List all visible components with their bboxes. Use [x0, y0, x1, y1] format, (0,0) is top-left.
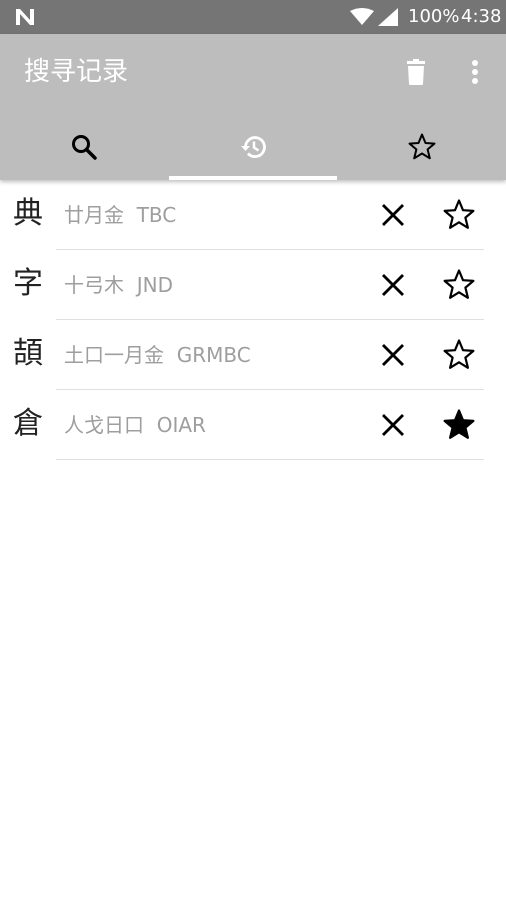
list-item[interactable]: 頡土口一月金 GRMBC — [0, 320, 506, 390]
clear-history-button[interactable] — [400, 56, 432, 88]
favorite-button[interactable] — [442, 198, 476, 232]
star-outline-icon — [443, 199, 475, 229]
favorite-button[interactable] — [442, 408, 476, 442]
list-item[interactable]: 典廿月金 TBC — [0, 180, 506, 250]
battery-level: 100% — [408, 6, 460, 27]
status-bar: 100% 4:38 — [0, 0, 506, 34]
remove-button[interactable] — [378, 410, 408, 440]
code-separator — [124, 273, 137, 297]
history-icon — [241, 136, 266, 158]
history-character: 字 — [13, 266, 43, 301]
history-components: 人戈日口 — [64, 413, 144, 437]
remove-button[interactable] — [378, 340, 408, 370]
history-code: 廿月金 TBC — [64, 202, 176, 228]
history-components: 土口一月金 — [64, 343, 164, 367]
history-character: 典 — [13, 196, 43, 231]
history-code: 土口一月金 GRMBC — [64, 342, 251, 368]
history-code: 人戈日口 OIAR — [64, 412, 206, 438]
star-filled-icon — [443, 409, 475, 439]
history-letter-code: OIAR — [156, 413, 206, 437]
wifi-icon — [350, 8, 374, 25]
tab-bar — [0, 114, 506, 180]
code-separator — [124, 203, 137, 227]
n-logo-icon — [16, 9, 34, 25]
tab-history[interactable] — [168, 114, 338, 180]
favorite-button[interactable] — [442, 268, 476, 302]
tab-search[interactable] — [0, 114, 169, 180]
app-bar: 搜寻记录 — [0, 34, 506, 180]
close-icon — [382, 414, 404, 436]
history-list: 典廿月金 TBC 字十弓木 JND 頡土口一月金 GRMBC 倉人戈日口 OIAR — [0, 180, 506, 460]
history-character: 倉 — [13, 406, 43, 441]
close-icon — [382, 344, 404, 366]
history-letter-code: JND — [136, 273, 173, 297]
star-outline-icon — [408, 133, 436, 160]
code-separator — [164, 343, 177, 367]
star-outline-icon — [443, 339, 475, 369]
history-components: 十弓木 — [64, 273, 124, 297]
history-components: 廿月金 — [64, 203, 124, 227]
trash-icon — [407, 59, 425, 85]
code-separator — [144, 413, 157, 437]
status-time: 4:38 — [461, 6, 502, 27]
signal-icon — [378, 8, 398, 26]
close-icon — [382, 274, 404, 296]
history-letter-code: TBC — [136, 203, 177, 227]
star-outline-icon — [443, 269, 475, 299]
more-options-button[interactable] — [460, 56, 490, 88]
favorite-button[interactable] — [442, 338, 476, 372]
close-icon — [382, 204, 404, 226]
remove-button[interactable] — [378, 200, 408, 230]
page-title: 搜寻记录 — [24, 57, 129, 87]
history-code: 十弓木 JND — [64, 272, 173, 298]
list-item[interactable]: 字十弓木 JND — [0, 250, 506, 320]
list-item[interactable]: 倉人戈日口 OIAR — [0, 390, 506, 460]
search-icon — [72, 135, 98, 160]
row-divider — [56, 459, 484, 460]
history-letter-code: GRMBC — [176, 343, 251, 367]
remove-button[interactable] — [378, 270, 408, 300]
more-vert-icon — [472, 60, 478, 84]
history-character: 頡 — [13, 336, 43, 371]
tab-favorites[interactable] — [337, 114, 506, 180]
